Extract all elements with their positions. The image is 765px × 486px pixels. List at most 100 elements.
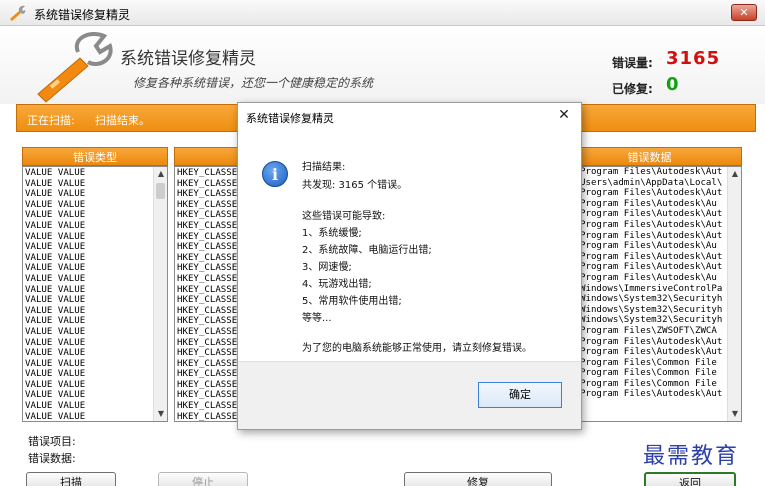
list-item[interactable]: VALUE VALUE <box>25 179 153 190</box>
list-item[interactable]: Program Files\ZWSOFT\ZWCA <box>580 326 727 337</box>
dialog-footer: 确定 <box>238 361 581 429</box>
list-item[interactable]: Windows\System32\Securityh <box>580 294 727 305</box>
list-item[interactable]: Program Files\Autodesk\Aut <box>580 252 727 263</box>
list-item[interactable]: VALUE VALUE <box>25 390 153 401</box>
error-type-list[interactable]: VALUE VALUE VALUE VALUE VALUE VALUE VALUE V… <box>22 166 168 422</box>
list-item[interactable]: VALUE VALUE <box>25 210 153 221</box>
list-item[interactable]: VALUE VALUE <box>25 380 153 391</box>
list-item[interactable]: HKEY_CLASSE <box>177 253 239 264</box>
list-item[interactable]: VALUE VALUE <box>25 412 153 421</box>
scan-result-dialog: 系统错误修复精灵 ✕ i 扫描结果: 共发现: 3165 个错误。 这些错误可能… <box>237 102 582 430</box>
list-item[interactable]: VALUE VALUE <box>25 221 153 232</box>
list-item[interactable]: HKEY_CLASSE <box>177 306 239 317</box>
error-data-scrollbar[interactable]: ▲ ▼ <box>727 167 741 421</box>
list-item[interactable]: Program Files\Autodesk\Aut <box>580 347 727 358</box>
list-item[interactable]: VALUE VALUE <box>25 168 153 179</box>
list-item[interactable]: VALUE VALUE <box>25 285 153 296</box>
list-item[interactable]: Program Files\Autodesk\Aut <box>580 337 727 348</box>
list-item[interactable]: HKEY_CLASSE <box>177 327 239 338</box>
list-item[interactable]: Windows\ImmersiveControlPa <box>580 284 727 295</box>
list-item[interactable]: HKEY_CLASSE <box>177 263 239 274</box>
list-item[interactable]: Program Files\Autodesk\Aut <box>580 389 727 400</box>
list-item[interactable]: VALUE VALUE <box>25 253 153 264</box>
scroll-down-icon[interactable]: ▼ <box>728 407 741 421</box>
window-close-button[interactable]: ✕ <box>731 4 757 21</box>
scroll-thumb[interactable] <box>156 183 165 199</box>
list-item[interactable]: Program Files\Autodesk\Aut <box>580 262 727 273</box>
list-item[interactable]: Program Files\Autodesk\Aut <box>580 231 727 242</box>
list-item[interactable]: HKEY_CLASSE <box>177 179 239 190</box>
list-item[interactable]: VALUE VALUE <box>25 242 153 253</box>
scan-label: 正在扫描: <box>27 114 75 127</box>
list-item[interactable]: VALUE VALUE <box>25 274 153 285</box>
list-item[interactable]: VALUE VALUE <box>25 316 153 327</box>
list-item[interactable]: VALUE VALUE <box>25 295 153 306</box>
list-item[interactable]: VALUE VALUE <box>25 401 153 412</box>
list-item[interactable]: HKEY_CLASSE <box>177 359 239 370</box>
error-data-rows: Program Files\Autodesk\Aut Users\admin\Ap… <box>580 167 727 400</box>
scroll-up-icon[interactable]: ▲ <box>154 167 167 181</box>
list-item[interactable]: VALUE VALUE <box>25 359 153 370</box>
list-item[interactable]: Program Files\Autodesk\Aut <box>580 209 727 220</box>
scan-button[interactable]: 扫描 <box>26 472 116 486</box>
repair-button[interactable]: 修复 <box>404 472 552 486</box>
list-item[interactable]: Program Files\Autodesk\Au <box>580 273 727 284</box>
list-item[interactable]: VALUE VALUE <box>25 189 153 200</box>
list-item[interactable]: HKEY_CLASSE <box>177 369 239 380</box>
list-item[interactable]: Program Files\Common File <box>580 368 727 379</box>
list-item[interactable]: HKEY_CLASSE <box>177 390 239 401</box>
list-item[interactable]: HKEY_CLASSE <box>177 348 239 359</box>
list-item[interactable]: HKEY_CLASSE <box>177 168 239 179</box>
list-item[interactable]: HKEY_CLASSE <box>177 316 239 327</box>
registry-key-list[interactable]: HKEY_CLASSE HKEY_CLASSE HKEY_CLASSE HKEY_CL… <box>174 166 240 422</box>
list-item[interactable]: Program Files\Autodesk\Au <box>580 199 727 210</box>
list-item[interactable]: HKEY_CLASSE <box>177 412 239 421</box>
list-item[interactable]: VALUE VALUE <box>25 338 153 349</box>
list-item[interactable]: HKEY_CLASSE <box>177 200 239 211</box>
app-subtitle: 修复各种系统错误，还您一个健康稳定的系统 <box>133 76 374 90</box>
list-item[interactable]: HKEY_CLASSE <box>177 295 239 306</box>
list-item[interactable]: HKEY_CLASSE <box>177 242 239 253</box>
list-item[interactable]: VALUE VALUE <box>25 200 153 211</box>
dialog-line: 3、网速慢; <box>302 262 352 273</box>
dialog-line: 等等... <box>302 313 332 324</box>
list-item[interactable]: Program Files\Autodesk\Au <box>580 241 727 252</box>
list-item[interactable]: Program Files\Autodesk\Aut <box>580 220 727 231</box>
list-item[interactable]: HKEY_CLASSE <box>177 210 239 221</box>
list-item[interactable]: VALUE VALUE <box>25 232 153 243</box>
dialog-close-button[interactable]: ✕ <box>555 106 573 124</box>
list-item[interactable]: Windows\System32\Securityh <box>580 305 727 316</box>
window-titlebar: 系统错误修复精灵 ✕ <box>0 0 765 26</box>
list-item[interactable]: Users\admin\AppData\Local\ <box>580 178 727 189</box>
ok-button[interactable]: 确定 <box>478 382 562 408</box>
list-item[interactable]: HKEY_CLASSE <box>177 221 239 232</box>
list-item[interactable]: VALUE VALUE <box>25 369 153 380</box>
list-item[interactable]: Windows\System32\Securityh <box>580 315 727 326</box>
list-item[interactable]: Program Files\Common File <box>580 358 727 369</box>
column-registry-key <box>174 147 240 166</box>
list-item[interactable]: VALUE VALUE <box>25 263 153 274</box>
back-button[interactable]: 返回 <box>644 472 736 486</box>
window-title: 系统错误修复精灵 <box>34 8 131 22</box>
list-item[interactable]: VALUE VALUE <box>25 306 153 317</box>
dialog-title: 系统错误修复精灵 <box>246 112 334 125</box>
stop-button[interactable]: 停止 <box>158 472 248 486</box>
list-item[interactable]: VALUE VALUE <box>25 327 153 338</box>
list-item[interactable]: Program Files\Common File <box>580 379 727 390</box>
error-type-scrollbar[interactable]: ▲ ▼ <box>153 167 167 421</box>
list-item[interactable]: HKEY_CLASSE <box>177 338 239 349</box>
list-item[interactable]: HKEY_CLASSE <box>177 189 239 200</box>
list-item[interactable]: HKEY_CLASSE <box>177 401 239 412</box>
list-item[interactable]: Program Files\Autodesk\Aut <box>580 188 727 199</box>
scroll-up-icon[interactable]: ▲ <box>728 167 741 181</box>
list-item[interactable]: HKEY_CLASSE <box>177 274 239 285</box>
list-item[interactable]: HKEY_CLASSE <box>177 232 239 243</box>
list-item[interactable]: VALUE VALUE <box>25 348 153 359</box>
list-item[interactable]: HKEY_CLASSE <box>177 380 239 391</box>
scroll-down-icon[interactable]: ▼ <box>154 407 167 421</box>
error-data-list[interactable]: Program Files\Autodesk\Aut Users\admin\Ap… <box>557 166 742 422</box>
error-data-label: 错误数据: <box>28 452 76 465</box>
list-item[interactable]: Program Files\Autodesk\Aut <box>580 167 727 178</box>
app-title: 系统错误修复精灵 <box>120 49 256 69</box>
list-item[interactable]: HKEY_CLASSE <box>177 285 239 296</box>
